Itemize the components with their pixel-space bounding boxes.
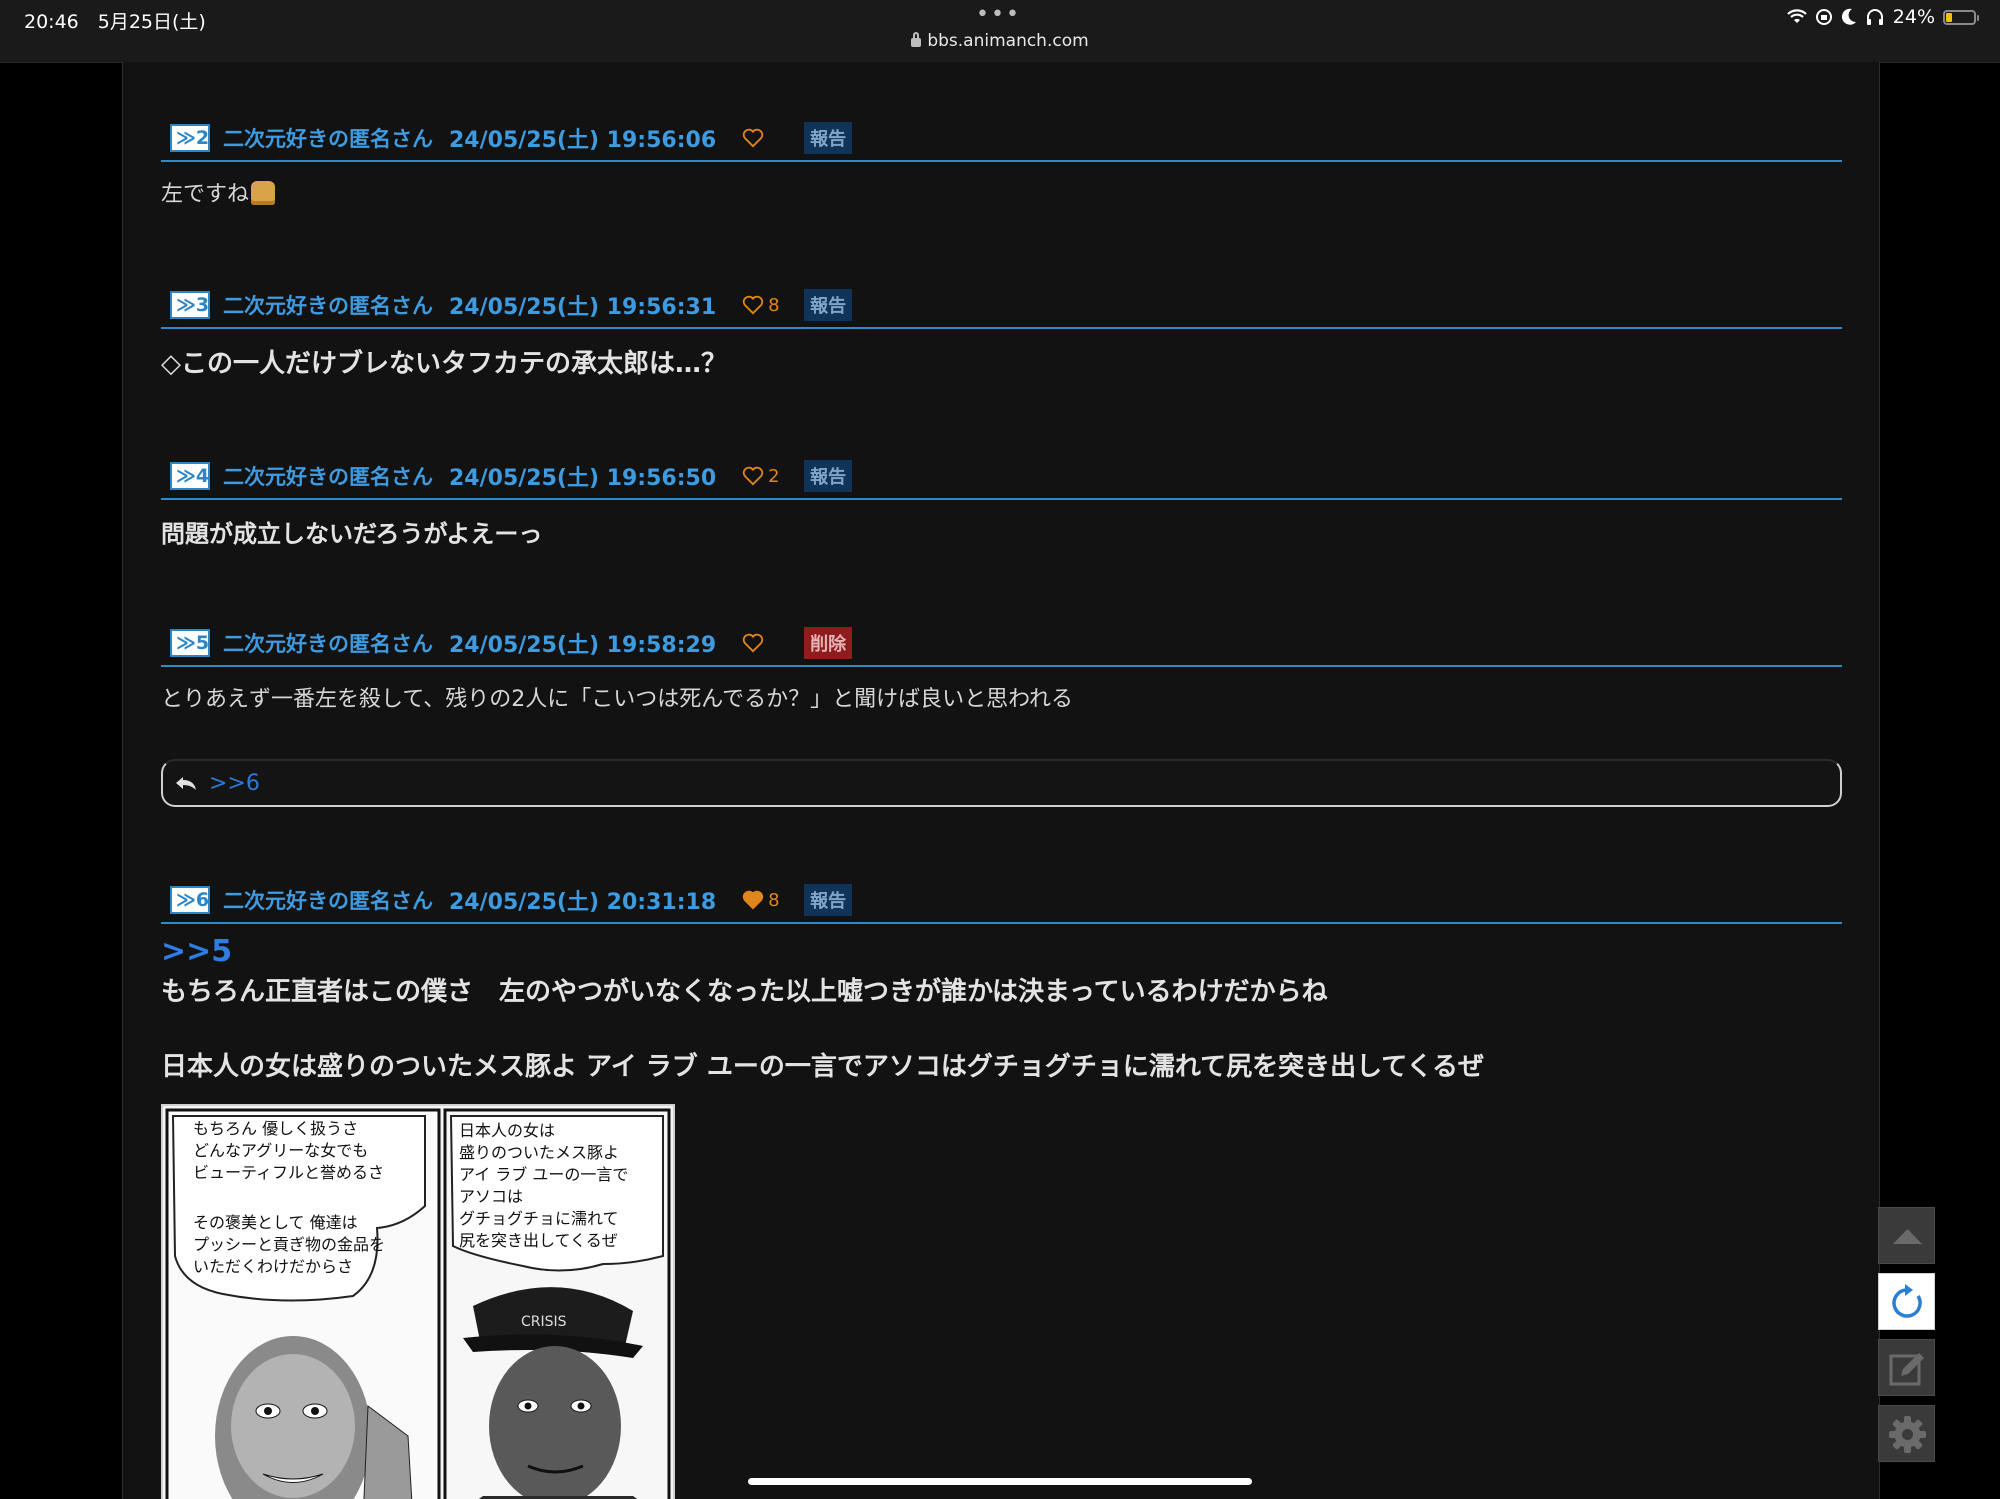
post-date: 24/05/25(土) 19:56:06 — [449, 128, 717, 153]
gear-icon — [1889, 1416, 1926, 1453]
svg-text:アソコは: アソコは — [459, 1187, 523, 1206]
reply-link-bar[interactable]: >>6 — [161, 759, 1842, 807]
heart-filled-icon — [742, 890, 764, 910]
manga-panels-image: もちろん 優しく扱うさ どんなアグリーな女でも ビューティフルと誉めるさ その褒… — [163, 1106, 673, 1499]
svg-text:いただくわけだからさ: いただくわけだからさ — [193, 1257, 353, 1276]
arrow-up-icon — [1893, 1229, 1922, 1244]
like-button[interactable]: 2 — [742, 466, 788, 487]
status-time-date: 20:46 5月25日(土) — [24, 11, 206, 33]
report-badge[interactable]: 報告 — [804, 884, 853, 916]
like-button[interactable]: 8 — [742, 295, 788, 316]
author-name: 二次元好きの匿名さん — [223, 127, 433, 151]
svg-text:その褒美として 俺達は: その褒美として 俺達は — [193, 1213, 358, 1232]
heart-outline-icon — [742, 128, 764, 148]
post-body: ◇この一人だけブレないタフカテの承太郎は…？ — [161, 349, 727, 379]
post-body: 問題が成立しないだろうがよえーっ — [161, 520, 543, 548]
post-body-text: 左ですね — [161, 182, 250, 207]
like-button[interactable]: 8 — [742, 890, 788, 911]
svg-text:プッシーと貢ぎ物の金品を: プッシーと貢ぎ物の金品を — [193, 1235, 385, 1254]
svg-text:もちろん 優しく扱うさ: もちろん 優しく扱うさ — [193, 1119, 358, 1138]
delete-badge[interactable]: 削除 — [804, 627, 853, 659]
res-number-button[interactable]: ≫3 — [170, 291, 210, 319]
address-bar[interactable]: bbs.animanch.com — [0, 31, 2000, 51]
anchor-link[interactable]: >>5 — [161, 934, 1842, 969]
post-header: ≫4 二次元好きの匿名さん 24/05/25(土) 19:56:50 2 報告 — [161, 454, 1842, 500]
multitasking-dots[interactable]: ••• — [976, 2, 1021, 27]
like-button[interactable] — [742, 128, 788, 148]
write-button[interactable] — [1878, 1339, 1935, 1396]
orientation-lock-icon — [1815, 9, 1832, 25]
post-3: ≫3 二次元好きの匿名さん 24/05/25(土) 19:56:31 8 報告 … — [161, 283, 1842, 380]
battery-percent: 24% — [1892, 6, 1935, 28]
svg-text:尻を突き出してくるぜ: 尻を突き出してくるぜ — [459, 1231, 618, 1250]
moon-icon — [1841, 8, 1856, 25]
edit-icon — [1889, 1353, 1924, 1386]
post-body: とりあえず一番左を殺して、残りの2人に「こいつは死んでるか？」と聞けば良いと思わ… — [161, 687, 1074, 712]
post-5: ≫5 二次元好きの匿名さん 24/05/25(土) 19:58:29 削除 とり… — [161, 621, 1842, 713]
like-button[interactable] — [742, 633, 788, 653]
svg-text:グチョグチョに濡れて: グチョグチョに濡れて — [459, 1209, 619, 1228]
report-badge[interactable]: 報告 — [804, 460, 853, 492]
status-bar: 20:46 5月25日(土) ••• bbs.animanch.com 24% — [0, 0, 2000, 63]
bread-emoji-icon — [251, 181, 276, 205]
post-6: ≫6 二次元好きの匿名さん 24/05/25(土) 20:31:18 8 報告 … — [161, 878, 1842, 1083]
svg-text:ビューティフルと誉めるさ: ビューティフルと誉めるさ — [193, 1163, 384, 1182]
post-4: ≫4 二次元好きの匿名さん 24/05/25(土) 19:56:50 2 報告 … — [161, 454, 1842, 549]
post-date: 24/05/25(土) 19:56:50 — [449, 466, 717, 491]
status-icons: 24% — [1787, 6, 1979, 28]
svg-text:盛りのついたメス豚よ: 盛りのついたメス豚よ — [459, 1143, 619, 1162]
res-number-button[interactable]: ≫2 — [170, 124, 210, 152]
like-count: 8 — [768, 889, 780, 911]
post-header: ≫5 二次元好きの匿名さん 24/05/25(土) 19:58:29 削除 — [161, 621, 1842, 667]
reply-arrow-icon — [176, 777, 196, 790]
like-count: 8 — [768, 294, 780, 316]
res-number-button[interactable]: ≫4 — [170, 462, 210, 490]
url-text: bbs.animanch.com — [927, 31, 1089, 51]
settings-button[interactable] — [1878, 1405, 1935, 1462]
post-body-line: 日本人の女は盛りのついたメス豚よ アイ ラブ ユーの一言でアソコはグチョグチョに… — [161, 1052, 1484, 1082]
heart-outline-icon — [742, 633, 764, 653]
headphones-icon — [1866, 9, 1883, 25]
heart-outline-icon — [742, 295, 764, 315]
report-badge[interactable]: 報告 — [804, 122, 853, 154]
svg-text:アイ ラブ ユーの一言で: アイ ラブ ユーの一言で — [459, 1165, 628, 1184]
cap-text: CRISIS — [521, 1314, 567, 1330]
res-number-button[interactable]: ≫5 — [170, 629, 210, 657]
svg-text:どんなアグリーな女でも: どんなアグリーな女でも — [193, 1141, 368, 1160]
reload-icon — [1892, 1284, 1922, 1318]
reply-link[interactable]: >>6 — [209, 771, 260, 796]
post-header: ≫3 二次元好きの匿名さん 24/05/25(土) 19:56:31 8 報告 — [161, 283, 1842, 329]
author-name: 二次元好きの匿名さん — [223, 889, 433, 913]
battery-icon — [1943, 9, 1979, 25]
reload-button[interactable] — [1878, 1273, 1935, 1330]
wifi-icon — [1787, 9, 1807, 23]
author-name: 二次元好きの匿名さん — [223, 465, 433, 489]
post-body-line: もちろん正直者はこの僕さ 左のやつがいなくなった以上嘘つきが誰かは決まっているわ… — [161, 977, 1328, 1007]
author-name: 二次元好きの匿名さん — [223, 294, 433, 318]
home-indicator[interactable] — [748, 1478, 1252, 1485]
post-date: 24/05/25(土) 19:58:29 — [449, 633, 717, 658]
post-date: 24/05/25(土) 19:56:31 — [449, 295, 717, 320]
report-badge[interactable]: 報告 — [804, 289, 853, 321]
svg-text:日本人の女は: 日本人の女は — [459, 1121, 555, 1140]
post-header: ≫6 二次元好きの匿名さん 24/05/25(土) 20:31:18 8 報告 — [161, 878, 1842, 924]
post-2: ≫2 二次元好きの匿名さん 24/05/25(土) 19:56:06 報告 左で… — [161, 116, 1842, 208]
battery-level-fill — [1946, 12, 1952, 22]
post-body: 左ですね — [161, 176, 1842, 208]
like-count: 2 — [768, 465, 780, 487]
scroll-top-button[interactable] — [1878, 1207, 1935, 1264]
post-date: 24/05/25(土) 20:31:18 — [449, 890, 717, 915]
lock-icon — [911, 32, 922, 47]
post-image[interactable]: もちろん 優しく扱うさ どんなアグリーな女でも ビューティフルと誉めるさ その褒… — [161, 1104, 675, 1499]
res-number-button[interactable]: ≫6 — [170, 886, 210, 914]
heart-outline-icon — [742, 466, 764, 486]
author-name: 二次元好きの匿名さん — [223, 632, 433, 656]
post-header: ≫2 二次元好きの匿名さん 24/05/25(土) 19:56:06 報告 — [161, 116, 1842, 162]
thread-content: ≫2 二次元好きの匿名さん 24/05/25(土) 19:56:06 報告 左で… — [122, 62, 1880, 1499]
